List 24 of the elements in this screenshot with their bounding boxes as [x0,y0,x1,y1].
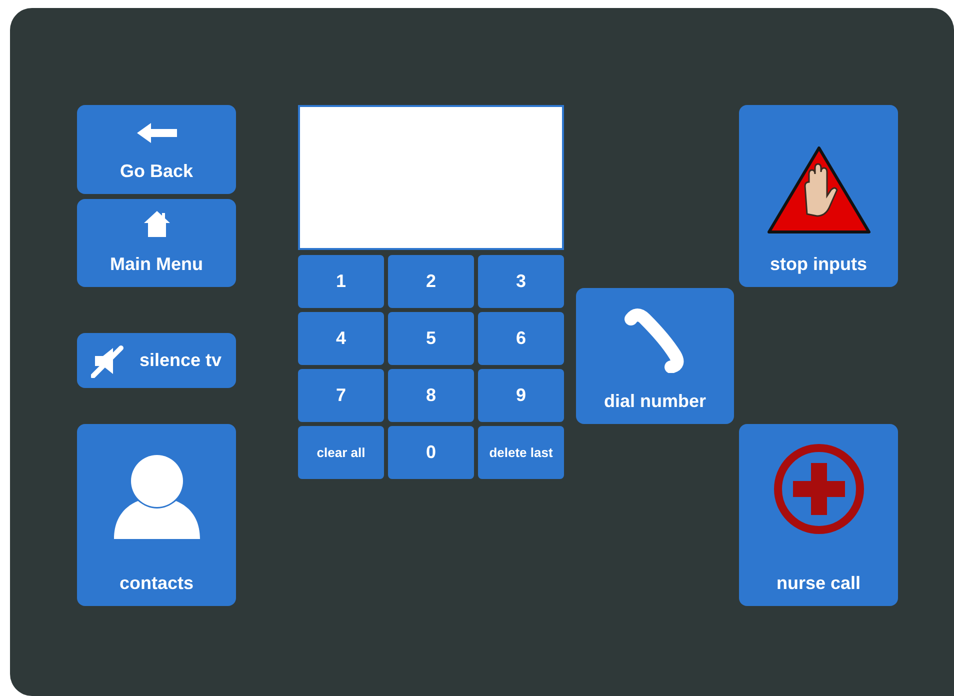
keypad-key[interactable]: 0 [388,426,474,479]
keypad-key[interactable]: 4 [298,312,384,365]
mute-speaker-icon [91,344,126,378]
stop-inputs-button[interactable]: stop inputs [739,105,898,287]
back-arrow-icon [136,123,176,143]
keypad-key[interactable]: delete last [478,426,564,479]
nurse-call-button[interactable]: nurse call [739,424,898,606]
keypad-key[interactable]: 9 [478,369,564,422]
dial-number-button[interactable]: dial number [576,288,734,424]
keypad-key[interactable]: 7 [298,369,384,422]
silence-tv-button[interactable]: silence tv [77,333,236,388]
keypad-key[interactable]: 5 [388,312,474,365]
go-back-button[interactable]: Go Back [77,105,236,194]
keypad-key[interactable]: clear all [298,426,384,479]
home-icon [142,210,170,238]
main-menu-button[interactable]: Main Menu [77,199,236,287]
keypad-key[interactable]: 1 [298,255,384,308]
keypad-key[interactable]: 3 [478,255,564,308]
keypad-key[interactable]: 2 [388,255,474,308]
person-icon [114,455,200,539]
contacts-button[interactable]: contacts [77,424,236,606]
keypad-key[interactable]: 8 [388,369,474,422]
keypad-key[interactable]: 6 [478,312,564,365]
medical-cross-icon [772,443,864,535]
